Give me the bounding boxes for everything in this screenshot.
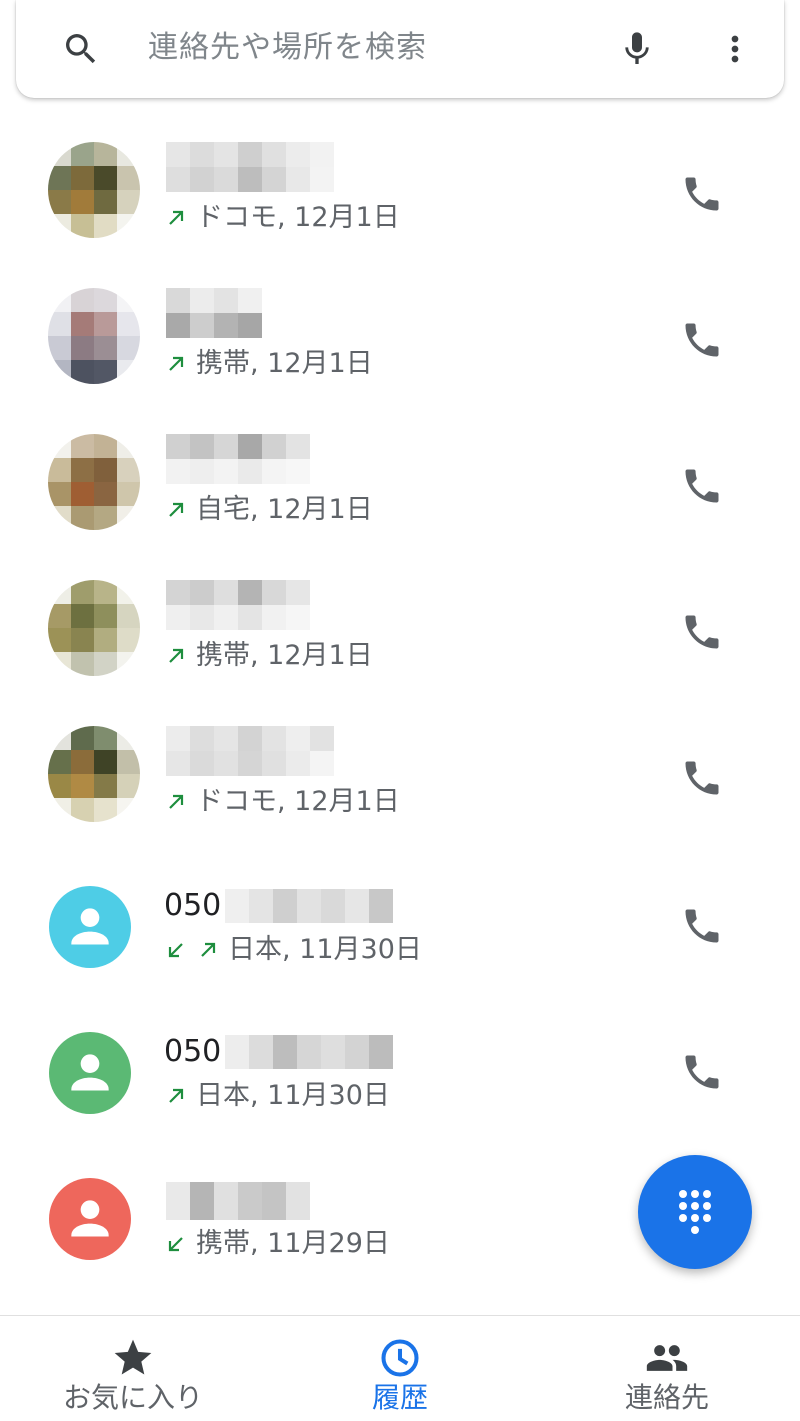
avatar[interactable]: [48, 142, 140, 238]
avatar[interactable]: [49, 1178, 131, 1260]
nav-favorites-label: お気に入り: [62, 1381, 203, 1414]
outgoing-call-icon: [169, 794, 184, 809]
person-icon: [71, 908, 109, 945]
avatar[interactable]: [48, 434, 140, 530]
nav-recents-label: 履歴: [371, 1381, 428, 1414]
call-button[interactable]: [680, 1050, 724, 1094]
phone-icon: [685, 323, 719, 357]
more-vert-icon[interactable]: [708, 22, 762, 76]
contact-name-redacted: [166, 580, 310, 630]
avatar[interactable]: [48, 726, 140, 822]
incoming-call-icon: [168, 943, 183, 958]
search-input[interactable]: 連絡先や場所を検索: [148, 26, 588, 70]
call-button[interactable]: [680, 318, 724, 362]
call-detail-text: 携帯, 11月29日: [196, 1228, 390, 1259]
search-bar[interactable]: 連絡先や場所を検索: [16, 0, 784, 98]
outgoing-call-icon: [169, 648, 184, 663]
phone-number-redacted: [225, 1035, 394, 1069]
call-detail-text: 携帯, 12月1日: [196, 348, 373, 379]
call-button[interactable]: [680, 464, 724, 508]
dialpad-button[interactable]: [638, 1155, 752, 1269]
call-button[interactable]: [680, 172, 724, 216]
call-log-row[interactable]: 050 日本, 11月30日: [0, 996, 800, 1142]
phone-icon: [685, 761, 719, 795]
call-log-row[interactable]: ドコモ, 12月1日: [0, 704, 800, 850]
phone-number-prefix: 050: [164, 888, 222, 923]
avatar[interactable]: [48, 288, 140, 384]
outgoing-call-icon: [169, 1088, 184, 1103]
phone-number: 050: [164, 886, 394, 926]
phone-icon: [685, 177, 719, 211]
outgoing-call-icon: [169, 210, 184, 225]
clock-icon: [267, 1336, 533, 1380]
outgoing-call-icon: [201, 942, 216, 957]
mic-icon[interactable]: [610, 22, 664, 76]
contact-name-redacted: [166, 1182, 310, 1220]
nav-contacts-label: 連絡先: [624, 1381, 709, 1414]
call-detail-text: 日本, 11月30日: [196, 1080, 390, 1111]
call-button[interactable]: [680, 904, 724, 948]
call-button[interactable]: [680, 756, 724, 800]
call-detail: 日本, 11月30日: [164, 1076, 390, 1116]
call-detail: ドコモ, 12月1日: [164, 198, 400, 238]
call-detail-text: 携帯, 12月1日: [196, 640, 373, 671]
contact-name-redacted: [166, 726, 336, 776]
search-icon[interactable]: [54, 22, 108, 76]
star-icon: [0, 1336, 266, 1380]
call-detail: 携帯, 12月1日: [164, 344, 373, 384]
person-icon: [71, 1200, 109, 1237]
call-log-row[interactable]: 携帯, 12月1日: [0, 266, 800, 412]
call-log-row[interactable]: 050 日本, 11月30日: [0, 850, 800, 996]
phone-icon: [685, 909, 719, 943]
call-detail: 自宅, 12月1日: [164, 490, 373, 530]
phone-number-prefix: 050: [164, 1034, 222, 1069]
outgoing-call-icon: [169, 502, 184, 517]
call-detail-text: 日本, 11月30日: [228, 934, 422, 965]
nav-contacts[interactable]: 連絡先: [534, 1316, 800, 1421]
bottom-navigation: お気に入り 履歴 連絡先: [0, 1315, 800, 1421]
outgoing-call-icon: [169, 356, 184, 371]
call-detail-text: ドコモ, 12月1日: [196, 202, 400, 233]
call-detail: 携帯, 12月1日: [164, 636, 373, 676]
people-icon: [534, 1336, 800, 1380]
call-log-row[interactable]: ドコモ, 12月1日: [0, 120, 800, 266]
nav-recents[interactable]: 履歴: [267, 1316, 533, 1421]
call-log-row[interactable]: 自宅, 12月1日: [0, 412, 800, 558]
call-detail: ドコモ, 12月1日: [164, 782, 400, 822]
phone-icon: [685, 1055, 719, 1089]
contact-name-redacted: [166, 434, 310, 484]
call-detail-text: 自宅, 12月1日: [196, 494, 373, 525]
avatar[interactable]: [49, 1032, 131, 1114]
phone-icon: [685, 469, 719, 503]
call-detail: 日本, 11月30日: [164, 930, 422, 970]
person-icon: [71, 1054, 109, 1091]
contact-name-redacted: [166, 142, 336, 192]
phone-number: 050: [164, 1032, 394, 1072]
dialpad-icon: [679, 1190, 711, 1234]
avatar[interactable]: [49, 886, 131, 968]
avatar[interactable]: [48, 580, 140, 676]
incoming-call-icon: [168, 1237, 183, 1252]
phone-icon: [685, 615, 719, 649]
call-detail: 携帯, 11月29日: [164, 1224, 390, 1264]
call-log-row[interactable]: 携帯, 12月1日: [0, 558, 800, 704]
phone-number-redacted: [225, 889, 394, 923]
nav-favorites[interactable]: お気に入り: [0, 1316, 266, 1421]
call-detail-text: ドコモ, 12月1日: [196, 786, 400, 817]
contact-name-redacted: [166, 288, 278, 338]
call-button[interactable]: [680, 610, 724, 654]
